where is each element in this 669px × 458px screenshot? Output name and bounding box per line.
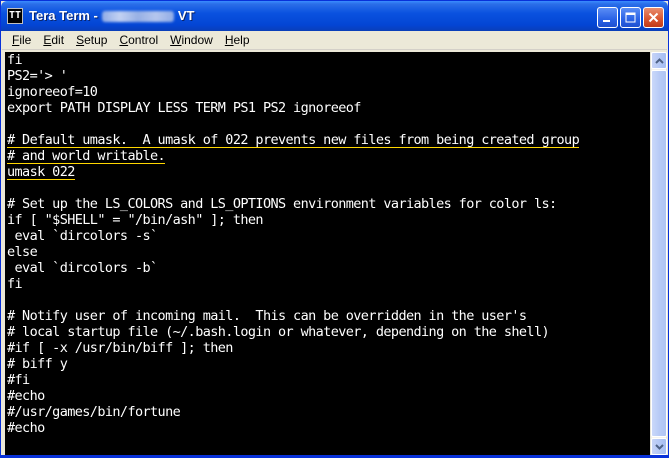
terminal-line: #fi — [7, 372, 30, 388]
tera-term-app-icon[interactable]: TT — [7, 8, 23, 24]
terminal-line: eval `dircolors -s` — [7, 228, 159, 244]
terminal-line: PS2='> ' — [7, 68, 68, 84]
menu-file[interactable]: File — [6, 31, 37, 50]
terminal-screen[interactable]: fi PS2='> ' ignoreeof=10 export PATH DIS… — [5, 52, 650, 455]
menu-setup-label: etup — [84, 32, 108, 47]
app-icon-glyph: TT — [8, 10, 22, 21]
menu-control-mnemonic: C — [119, 32, 129, 47]
terminal-line: # biff y — [7, 356, 68, 372]
menu-help[interactable]: Help — [219, 31, 256, 50]
tera-term-window: TT Tera Term - VT File Edit Setup Control… — [0, 0, 669, 458]
menu-file-label: ile — [19, 32, 32, 47]
scroll-thumb[interactable] — [651, 70, 667, 437]
terminal-line: if [ "$SHELL" = "/bin/ash" ]; then — [7, 212, 264, 228]
terminal-line: eval `dircolors -b` — [7, 260, 159, 276]
terminal-line: #echo — [7, 388, 45, 404]
menu-edit[interactable]: Edit — [37, 31, 70, 50]
redacted-host-blur — [101, 11, 174, 23]
menu-setup[interactable]: Setup — [70, 31, 113, 50]
terminal-line: #/usr/games/bin/fortune — [7, 404, 181, 420]
terminal-line-selected: umask 022 — [7, 164, 75, 180]
terminal-line: #if [ -x /usr/bin/biff ]; then — [7, 340, 233, 356]
menu-setup-mnemonic: S — [76, 32, 85, 47]
terminal-line-selected: # and world writable. — [7, 148, 166, 164]
menu-help-mnemonic: H — [224, 32, 234, 47]
chevron-up-icon — [654, 57, 664, 64]
vertical-scrollbar[interactable] — [650, 52, 667, 455]
scroll-down-button[interactable] — [651, 438, 667, 455]
title-bar[interactable]: TT Tera Term - VT — [1, 1, 668, 31]
menu-control[interactable]: Control — [113, 31, 164, 50]
menu-help-label: elp — [233, 32, 250, 47]
window-title: Tera Term - VT — [29, 8, 195, 23]
terminal-line: export PATH DISPLAY LESS TERM PS1 PS2 ig… — [7, 100, 361, 116]
close-icon — [648, 12, 659, 23]
window-title-suffix: VT — [177, 8, 195, 23]
menu-bar: File Edit Setup Control Window Help — [2, 31, 667, 50]
terminal-line: #echo — [7, 420, 45, 436]
terminal-line: else — [7, 244, 38, 260]
menu-window-mnemonic: W — [170, 32, 182, 47]
window-title-app: Tera Term - — [29, 8, 98, 23]
chevron-down-icon — [654, 443, 664, 450]
minimize-button[interactable] — [597, 7, 618, 28]
terminal-line-selected: # Default umask. A umask of 022 prevents… — [7, 132, 580, 148]
menu-window-label: indow — [181, 32, 213, 47]
scroll-up-button[interactable] — [651, 52, 667, 69]
minimize-icon — [603, 20, 610, 22]
maximize-icon — [625, 12, 636, 23]
close-button[interactable] — [643, 7, 664, 28]
terminal-line: fi — [7, 276, 23, 292]
terminal-line: fi — [7, 52, 23, 68]
menu-edit-label: dit — [51, 32, 65, 47]
maximize-button[interactable] — [620, 7, 641, 28]
terminal-line: # local startup file (~/.bash.login or w… — [7, 324, 550, 340]
terminal-line: ignoreeof=10 — [7, 84, 98, 100]
menu-control-label: ontrol — [128, 32, 159, 47]
menu-window[interactable]: Window — [164, 31, 219, 50]
terminal-line: # Notify user of incoming mail. This can… — [7, 308, 527, 324]
terminal-line: # Set up the LS_COLORS and LS_OPTIONS en… — [7, 196, 557, 212]
